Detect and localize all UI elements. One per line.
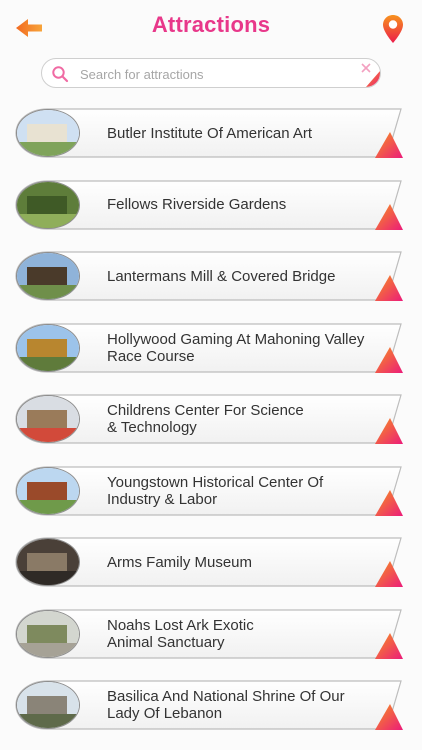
screen: Attractions Search for attractions Butle… [0,0,422,750]
header: Attractions [0,0,422,56]
youngstown-historical-center-photo [16,466,80,515]
location-button[interactable] [382,14,404,44]
attraction-name: Basilica And National Shrine Of Our Lady… [107,688,345,722]
basilica-shrine-photo [16,681,80,729]
noahs-lost-ark-photo [16,609,80,658]
lantermans-mill-photo [16,252,80,300]
list-item[interactable]: Butler Institute Of American Art [15,108,403,158]
list-item[interactable]: Lantermans Mill & Covered Bridge [15,251,403,301]
arms-family-museum-photo [16,538,80,586]
attraction-name: Fellows Riverside Gardens [107,196,287,213]
search-input[interactable] [78,63,352,85]
attraction-name: Youngstown Historical Center Of Industry… [107,473,324,508]
corner-triangle-icon [375,632,403,659]
attraction-name: Hollywood Gaming At Mahoning Valley Race… [107,330,365,365]
attraction-name: Noahs Lost Ark Exotic Animal Sanctuary [107,616,254,651]
map-pin-icon [383,15,403,43]
list-item[interactable]: Fellows Riverside Gardens [15,179,403,230]
attraction-name: Childrens Center For Science & Technolog… [107,402,304,436]
corner-triangle-icon [366,71,380,87]
list-item[interactable]: Noahs Lost Ark Exotic Animal Sanctuary [15,608,403,659]
list-item[interactable]: Basilica And National Shrine Of Our Lady… [15,680,403,730]
hollywood-gaming-photo [16,323,80,372]
corner-triangle-icon [375,132,403,158]
corner-triangle-icon [375,489,403,516]
attraction-name: Arms Family Museum [107,553,253,571]
corner-triangle-icon [375,346,403,373]
attraction-name: Butler Institute Of American Art [107,124,313,142]
corner-triangle-icon [375,203,403,230]
list-item[interactable]: Youngstown Historical Center Of Industry… [15,465,403,516]
corner-triangle-icon [375,418,403,444]
search-bar[interactable] [41,58,381,88]
corner-triangle-icon [375,561,403,587]
butler-institute-photo [16,109,80,157]
search-icon [52,66,69,83]
corner-triangle-icon [375,704,403,730]
list-item[interactable]: Childrens Center For Science & Technolog… [15,394,403,444]
fellows-riverside-gardens-photo [16,180,80,229]
attraction-name: Lantermans Mill & Covered Bridge [107,267,336,285]
childrens-center-photo [16,395,80,443]
list-item[interactable]: Arms Family Museum [15,537,403,587]
list-item[interactable]: Hollywood Gaming At Mahoning Valley Race… [15,322,403,373]
corner-triangle-icon [375,275,403,301]
page-title: Attractions [151,12,271,37]
